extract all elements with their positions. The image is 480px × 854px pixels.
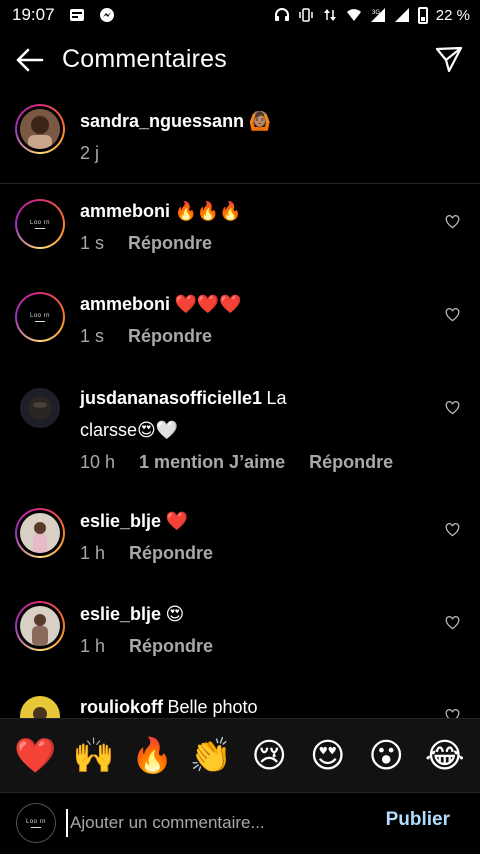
comment: Loo rn ammeboni 🔥🔥🔥 1 s Répondre — [0, 196, 480, 276]
own-avatar: Loo rn — [16, 803, 56, 843]
avatar[interactable] — [15, 104, 65, 154]
reply-button[interactable]: Répondre — [309, 447, 393, 477]
caption-text: 🙆🏽 — [248, 111, 271, 131]
like-heart-icon[interactable] — [445, 616, 460, 630]
emoji-fire-button[interactable]: 🔥 — [129, 739, 175, 773]
header: Commentaires — [0, 36, 480, 84]
emoji-surprised-button[interactable]: 😮 — [363, 739, 409, 773]
like-heart-icon[interactable] — [445, 215, 460, 229]
avatar-logo-text: Loo rn — [29, 219, 50, 226]
signal-icon-2 — [394, 8, 409, 22]
reply-button[interactable]: Répondre — [129, 631, 213, 661]
arrow-left-icon[interactable] — [14, 46, 46, 74]
avatar[interactable]: Loo rn — [15, 199, 65, 249]
avatar-logo-text: Loo rn — [25, 818, 46, 825]
reply-button[interactable]: Répondre — [128, 321, 212, 351]
likes-count[interactable]: 1 mention J’aime — [139, 447, 285, 477]
comment-time: 10 h — [80, 452, 116, 472]
wifi-icon — [346, 9, 361, 21]
avatar[interactable] — [15, 601, 65, 651]
status-time: 19:07 — [12, 5, 55, 24]
like-heart-icon[interactable] — [445, 308, 460, 322]
comment-text: Belle photo — [167, 697, 258, 717]
vibrate-icon — [299, 8, 313, 22]
avatar-photo — [20, 606, 60, 646]
avatar-logo-text: Loo rn — [29, 312, 50, 319]
avatar[interactable] — [20, 388, 60, 428]
avatar-photo — [20, 388, 60, 428]
battery-level: 22 % — [435, 6, 470, 24]
data-arrows-icon — [323, 9, 336, 21]
comment-text: 😍 — [165, 604, 185, 624]
emoji-cry-button[interactable]: 😢 — [246, 739, 292, 773]
publish-button[interactable]: Publier — [386, 809, 450, 831]
reply-button[interactable]: Répondre — [129, 538, 213, 568]
comment: eslie_blje ❤️ 1 h Répondre — [0, 506, 480, 586]
avatar[interactable] — [20, 696, 60, 718]
emoji-heart-eyes-button[interactable]: 😍 — [305, 739, 351, 773]
comment-username[interactable]: eslie_blje — [80, 511, 161, 531]
comment-text: ❤️ — [165, 511, 188, 531]
comment: eslie_blje 😍 1 h Répondre — [0, 599, 480, 679]
comment-time: 1 s — [80, 326, 105, 346]
battery-icon — [417, 6, 428, 24]
avatar-photo — [20, 696, 60, 718]
emoji-heart-button[interactable]: ❤️ — [12, 739, 58, 773]
comment-username[interactable]: eslie_blje — [80, 604, 161, 624]
comment-text-line2: clarsse😍🤍 — [80, 420, 179, 440]
headphones-icon — [274, 8, 289, 21]
like-heart-icon[interactable] — [445, 709, 460, 718]
avatar-photo — [20, 109, 60, 149]
emoji-laugh-button[interactable]: 😂 — [422, 739, 468, 773]
comment-time: 1 h — [80, 636, 106, 656]
comment-text: ❤️❤️❤️ — [174, 294, 242, 314]
comment-username[interactable]: ammeboni — [80, 294, 170, 314]
caption-username[interactable]: sandra_nguessann — [80, 111, 244, 131]
caption-time: 2 j — [80, 143, 100, 163]
comment-text: 🔥🔥🔥 — [174, 201, 242, 221]
comment-input[interactable] — [66, 809, 366, 837]
avatar[interactable]: Loo rn — [15, 292, 65, 342]
emoji-clap-button[interactable]: 👏 — [188, 739, 234, 773]
comment: jusdananasofficielle1 La clarsse😍🤍 10 h 1… — [0, 383, 480, 493]
reply-button[interactable]: Répondre — [128, 228, 212, 258]
emoji-quick-bar: ❤️ 🙌 🔥 👏 😢 😍 😮 😂 — [0, 718, 480, 792]
emoji-raised-hands-button[interactable]: 🙌 — [71, 739, 117, 773]
avatar[interactable] — [15, 508, 65, 558]
news-icon — [69, 9, 84, 21]
status-bar: 19:07 3G 22 % — [0, 0, 480, 30]
like-heart-icon[interactable] — [445, 523, 460, 537]
comment-username[interactable]: rouliokoff — [80, 697, 163, 717]
page-title: Commentaires — [62, 45, 227, 73]
comment-text-line1: La — [266, 388, 287, 408]
comment: rouliokoff Belle photo — [0, 692, 480, 718]
comment: Loo rn ammeboni ❤️❤️❤️ 1 s Répondre — [0, 289, 480, 369]
comment-username[interactable]: ammeboni — [80, 201, 170, 221]
like-heart-icon[interactable] — [445, 401, 460, 415]
comment-username[interactable]: jusdananasofficielle1 — [80, 388, 262, 408]
comment-time: 1 s — [80, 233, 105, 253]
avatar-photo — [20, 513, 60, 553]
signal-icon: 3G — [370, 8, 385, 22]
comment-time: 1 h — [80, 543, 106, 563]
comment-composer: Loo rn Publier — [0, 792, 480, 854]
messenger-icon — [99, 8, 114, 22]
post-caption: sandra_nguessann 🙆🏽 2 j — [0, 100, 480, 184]
paper-plane-icon[interactable] — [434, 44, 464, 74]
svg-text:3G: 3G — [372, 10, 380, 16]
